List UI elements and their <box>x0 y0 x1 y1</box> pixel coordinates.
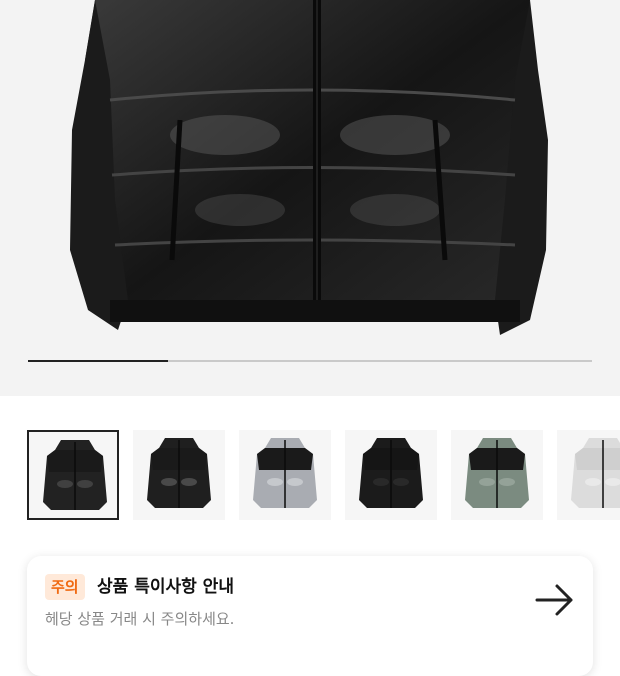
notice-title: 상품 특이사항 안내 <box>97 577 234 597</box>
jacket-thumbnail-image <box>465 438 529 508</box>
thumbnail-green-black[interactable] <box>451 430 543 520</box>
puffer-jacket-image <box>70 0 548 335</box>
jacket-thumbnail-image <box>359 438 423 508</box>
jacket-thumbnail-image <box>43 440 107 510</box>
thumbnail-black-glossy-front[interactable] <box>27 430 119 520</box>
jacket-thumbnail-image <box>253 438 317 508</box>
gallery-progress-track <box>28 360 592 362</box>
product-image-hero[interactable] <box>0 0 620 396</box>
notice-subtitle: 헤당 상품 거래 시 주의하세요. <box>45 610 235 628</box>
thumbnail-black-glossy-angle[interactable] <box>133 430 225 520</box>
thumbnail-silver-black[interactable] <box>239 430 331 520</box>
section-divider <box>0 396 620 402</box>
jacket-thumbnail-image <box>147 438 211 508</box>
thumbnail-white-camo[interactable] <box>557 430 620 520</box>
jacket-thumbnail-image <box>571 438 620 508</box>
caution-badge: 주의 <box>45 574 85 600</box>
thumbnail-strip[interactable] <box>27 430 620 520</box>
thumbnail-black-matte[interactable] <box>345 430 437 520</box>
notice-card[interactable]: 주의 상품 특이사항 안내 헤당 상품 거래 시 주의하세요. <box>27 556 593 676</box>
arrow-right-icon[interactable] <box>533 582 577 618</box>
gallery-progress-fill <box>28 360 168 362</box>
